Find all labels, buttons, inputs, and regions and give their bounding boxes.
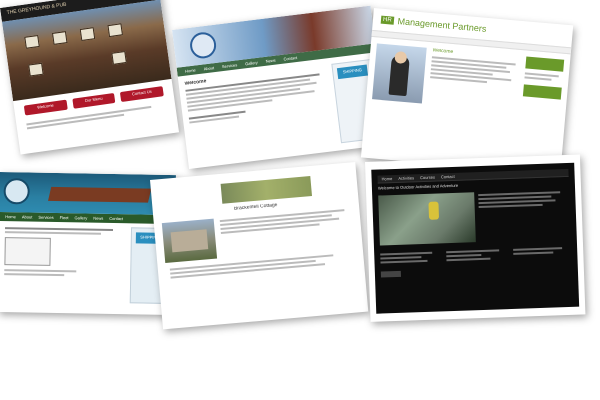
port-main: Welcome <box>184 65 335 162</box>
cottage-roof <box>170 229 209 253</box>
pub-button[interactable]: Welcome <box>23 99 68 116</box>
hr-title: Management Partners <box>397 15 487 34</box>
hr-photo <box>372 43 427 104</box>
pub-button[interactable]: Contact Us <box>120 86 164 102</box>
globe-logo-icon <box>3 178 30 205</box>
port-nav-item[interactable]: About <box>203 65 214 71</box>
ship-image <box>48 186 152 203</box>
adventure-col <box>380 249 439 265</box>
ships-main <box>4 225 125 303</box>
port-nav-item[interactable]: Services <box>222 62 238 69</box>
ships-scan-image <box>4 237 51 266</box>
adventure-button[interactable] <box>380 270 402 278</box>
ships-nav-item[interactable]: Gallery <box>75 215 88 220</box>
ships-nav-item[interactable]: Home <box>5 214 16 219</box>
adventure-nav-item[interactable]: Courses <box>420 175 435 181</box>
pub-window <box>107 23 123 38</box>
cottage-text <box>219 206 355 257</box>
hr-website-screenshot: HR Management Partners Welcome <box>360 8 574 175</box>
pub-window <box>79 27 96 41</box>
cottage-banner <box>220 176 313 204</box>
adventure-website-screenshot: Home Activities Courses Contact Welcome … <box>365 154 586 322</box>
cottage-photo <box>161 218 218 263</box>
port-nav-item[interactable]: Home <box>185 67 196 73</box>
pub-window <box>24 34 40 49</box>
adventure-col <box>512 244 572 260</box>
hr-side-box <box>525 56 565 72</box>
pub-window <box>51 31 68 45</box>
port-website-screenshot: Home About Services Gallery News Contact… <box>172 5 388 169</box>
adventure-nav-item[interactable]: Activities <box>398 175 414 181</box>
hr-logo: HR <box>380 15 395 26</box>
ships-website-screenshot: Home About Services Fleet Gallery News C… <box>0 172 176 316</box>
ships-nav-item[interactable]: About <box>22 214 33 219</box>
adventure-nav-item[interactable]: Contact <box>441 174 455 179</box>
ships-nav-item[interactable]: Contact <box>109 216 123 221</box>
hr-main: Welcome <box>428 48 521 111</box>
port-nav-item[interactable]: Gallery <box>245 60 258 67</box>
hr-sidebar <box>521 56 565 115</box>
adventure-hero <box>378 188 571 246</box>
climber-figure <box>428 201 440 220</box>
globe-logo-icon <box>188 30 218 60</box>
port-nav-item[interactable]: News <box>265 58 276 64</box>
adventure-columns <box>380 244 571 265</box>
adventure-nav-item[interactable]: Home <box>382 176 393 181</box>
cottage-website-screenshot: Brackenfell Cottage <box>150 162 369 330</box>
pub-window <box>28 62 44 77</box>
pub-website-screenshot: THE GREYHOUND & PUB Welcome Our Menu Con… <box>0 0 180 155</box>
ships-banner <box>0 172 176 216</box>
adventure-frame: Home Activities Courses Contact Welcome … <box>371 162 580 314</box>
ships-nav-item[interactable]: Services <box>38 215 53 220</box>
climbing-photo <box>378 191 476 246</box>
pub-window <box>111 50 127 65</box>
ships-nav-item[interactable]: Fleet <box>60 215 69 220</box>
port-side-logo: SHIPPING <box>336 64 368 79</box>
ships-body: SHIPPING <box>0 221 175 308</box>
hr-side-box <box>522 84 562 100</box>
pub-button[interactable]: Our Menu <box>72 92 116 109</box>
adventure-col <box>446 247 505 263</box>
port-nav-item[interactable]: Contact <box>283 55 297 62</box>
ships-nav-item[interactable]: News <box>93 216 103 221</box>
adventure-hero-text <box>478 188 571 241</box>
